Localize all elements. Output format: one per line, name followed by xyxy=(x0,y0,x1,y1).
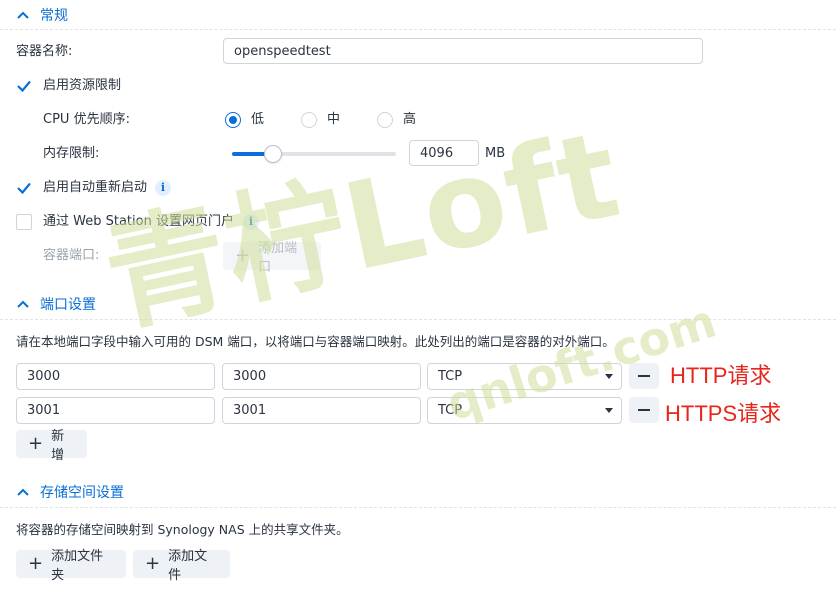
auto-restart-label: 启用自动重新启动 xyxy=(43,180,148,195)
cpu-priority-low-label: 低 xyxy=(251,112,265,127)
add-folder-label: 添加文件夹 xyxy=(51,549,104,583)
cpu-priority-high-radio[interactable] xyxy=(377,112,393,128)
web-station-checkbox[interactable] xyxy=(16,214,32,230)
auto-restart-checkbox[interactable] xyxy=(16,180,32,196)
resource-limit-checkbox[interactable] xyxy=(16,78,32,94)
local-port-input[interactable]: 3000 xyxy=(16,363,215,390)
remove-port-button[interactable] xyxy=(629,397,659,423)
cpu-priority-medium-label: 中 xyxy=(327,112,341,127)
section-title-general: 常规 xyxy=(40,8,68,24)
protocol-select[interactable]: TCP xyxy=(427,363,622,390)
protocol-select[interactable]: TCP xyxy=(427,397,622,424)
section-divider xyxy=(0,29,836,30)
caret-down-icon xyxy=(605,374,613,379)
memory-limit-value: 4096 xyxy=(420,145,454,161)
ports-description: 请在本地端口字段中输入可用的 DSM 端口，以将端口与容器端口映射。此处列出的端… xyxy=(16,334,615,349)
minus-icon xyxy=(638,375,650,377)
section-divider xyxy=(0,507,836,508)
web-station-label: 通过 Web Station 设置网页门户 xyxy=(43,214,234,229)
memory-unit-label: MB xyxy=(485,146,506,161)
chevron-up-icon xyxy=(17,488,29,496)
add-port-mapping-button[interactable]: + 新增 xyxy=(16,429,87,463)
cpu-priority-low-radio[interactable] xyxy=(225,112,241,128)
add-folder-button[interactable]: + 添加文件夹 xyxy=(16,549,126,583)
section-header-general[interactable]: 常规 xyxy=(16,4,68,26)
add-file-button[interactable]: + 添加文件 xyxy=(133,549,230,583)
plus-icon: + xyxy=(145,553,161,574)
annotation-https: HTTPS请求 xyxy=(665,401,782,426)
memory-slider-thumb[interactable] xyxy=(264,145,282,163)
container-name-input[interactable]: openspeedtest xyxy=(223,38,703,64)
plus-icon: + xyxy=(235,245,251,266)
resource-limit-label: 启用资源限制 xyxy=(43,78,122,93)
cpu-priority-high-label: 高 xyxy=(403,112,417,127)
memory-limit-label: 内存限制: xyxy=(43,146,100,161)
cpu-priority-label: CPU 优先顺序: xyxy=(43,112,130,127)
local-port-input[interactable]: 3001 xyxy=(16,397,215,424)
annotation-http: HTTP请求 xyxy=(670,363,772,388)
plus-icon: + xyxy=(28,553,44,574)
container-port-input[interactable]: 3000 xyxy=(222,363,421,390)
local-port-value: 3001 xyxy=(27,403,61,418)
container-port-value: 3001 xyxy=(233,403,267,418)
cpu-priority-medium-radio[interactable] xyxy=(301,112,317,128)
container-name-label: 容器名称: xyxy=(16,44,73,59)
plus-icon: + xyxy=(28,433,44,454)
remove-port-button[interactable] xyxy=(629,363,659,389)
add-file-label: 添加文件 xyxy=(168,549,208,583)
section-header-storage[interactable]: 存储空间设置 xyxy=(16,481,124,503)
storage-description: 将容器的存储空间映射到 Synology NAS 上的共享文件夹。 xyxy=(16,522,349,537)
memory-limit-input[interactable]: 4096 xyxy=(409,140,479,166)
chevron-up-icon xyxy=(17,300,29,308)
add-port-mapping-label: 新增 xyxy=(51,429,65,463)
container-port-label: 容器端口: xyxy=(43,248,100,263)
section-title-ports: 端口设置 xyxy=(40,297,96,313)
add-port-label: 添加端口 xyxy=(258,241,298,275)
section-header-ports[interactable]: 端口设置 xyxy=(16,293,96,315)
protocol-value: TCP xyxy=(438,403,463,418)
local-port-value: 3000 xyxy=(27,369,61,384)
minus-icon xyxy=(638,409,650,411)
section-title-storage: 存储空间设置 xyxy=(40,485,124,501)
section-divider xyxy=(0,319,836,320)
chevron-up-icon xyxy=(17,11,29,19)
auto-restart-info-icon[interactable]: i xyxy=(155,180,171,196)
container-port-input[interactable]: 3001 xyxy=(222,397,421,424)
container-port-value: 3000 xyxy=(233,369,267,384)
web-station-info-icon[interactable]: i xyxy=(243,214,259,230)
caret-down-icon xyxy=(605,408,613,413)
container-name-value: openspeedtest xyxy=(234,43,331,59)
protocol-value: TCP xyxy=(438,369,463,384)
add-port-button[interactable]: + 添加端口 xyxy=(223,241,321,275)
